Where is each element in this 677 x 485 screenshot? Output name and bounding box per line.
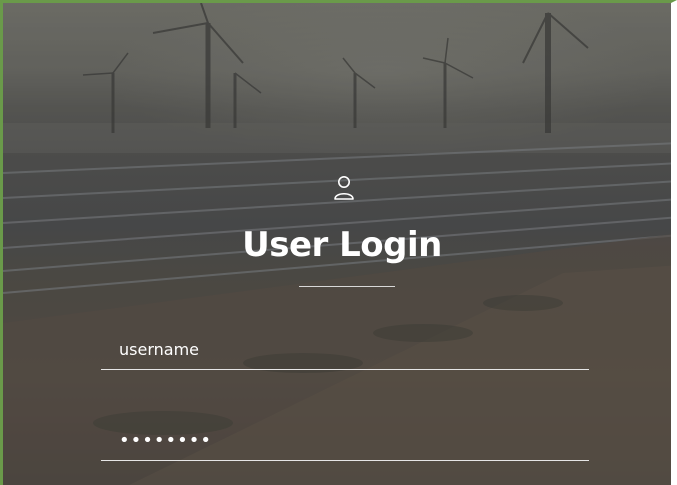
password-input[interactable]	[101, 421, 589, 461]
login-page: User Login	[0, 0, 677, 485]
page-title: User Login	[242, 225, 442, 265]
user-icon	[333, 175, 355, 201]
username-input[interactable]	[101, 330, 589, 370]
title-divider	[299, 286, 395, 287]
login-form: User Login	[3, 3, 671, 485]
